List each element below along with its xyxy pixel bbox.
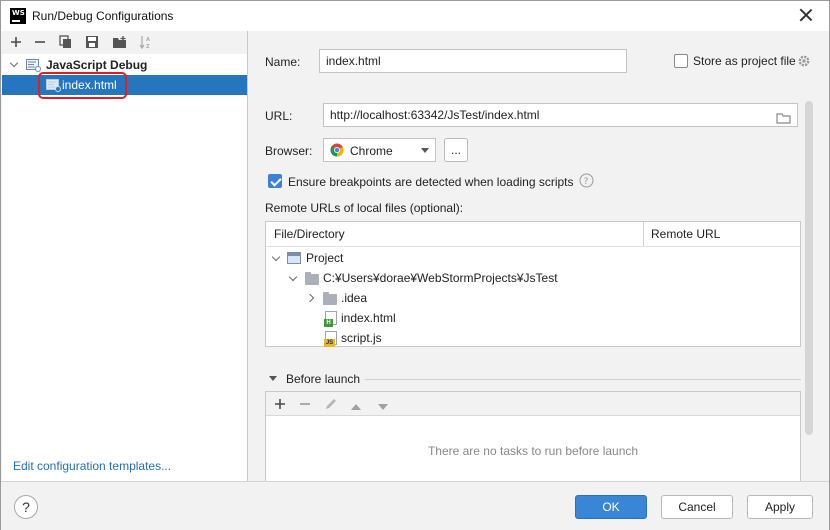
gear-icon[interactable] <box>797 54 811 71</box>
add-icon[interactable] <box>7 33 25 51</box>
before-launch-panel: There are no tasks to run before launch <box>265 391 801 483</box>
chevron-down-icon[interactable] <box>10 61 18 69</box>
table-row[interactable]: script.js <box>266 328 800 348</box>
table-row[interactable]: Project <box>266 248 800 268</box>
column-header-file-directory[interactable]: File/Directory <box>266 222 345 246</box>
remote-urls-label: Remote URLs of local files (optional): <box>265 201 464 215</box>
apply-button[interactable]: Apply <box>747 495 813 519</box>
close-icon[interactable] <box>799 8 813 22</box>
svg-text:?: ? <box>584 177 589 187</box>
help-circle-icon[interactable]: ? <box>579 173 594 191</box>
copy-icon[interactable] <box>57 33 75 51</box>
vertical-scrollbar[interactable] <box>805 101 813 435</box>
highlight-box <box>38 72 127 99</box>
chevron-right-icon[interactable] <box>308 294 316 302</box>
svg-text:A: A <box>146 37 150 43</box>
window-title: Run/Debug Configurations <box>32 9 174 23</box>
table-row[interactable]: C:¥Users¥dorae¥WebStormProjects¥JsTest <box>266 268 800 288</box>
move-down-icon[interactable] <box>377 400 389 414</box>
svg-text:Z: Z <box>146 44 150 49</box>
edit-pencil-icon[interactable] <box>324 397 338 414</box>
save-icon[interactable] <box>83 33 101 51</box>
panel-splitter[interactable] <box>247 31 248 481</box>
row-label: Project <box>306 251 344 265</box>
before-launch-toolbar <box>266 392 800 416</box>
ok-button[interactable]: OK <box>575 495 647 519</box>
url-input[interactable]: http://localhost:63342/JsTest/index.html <box>323 103 798 127</box>
collapse-before-launch-icon[interactable] <box>269 376 277 381</box>
dropdown-arrow-icon <box>421 148 429 153</box>
column-header-remote-url[interactable]: Remote URL <box>643 222 720 246</box>
before-launch-title: Before launch <box>286 372 361 386</box>
url-label: URL: <box>265 109 293 123</box>
cancel-button[interactable]: Cancel <box>661 495 733 519</box>
browser-browse-button[interactable]: ... <box>444 138 468 162</box>
url-value: http://localhost:63342/JsTest/index.html <box>330 108 540 122</box>
chrome-icon <box>330 143 344 160</box>
folder-browse-icon[interactable] <box>776 109 791 131</box>
js-file-icon <box>324 331 337 347</box>
folder-icon <box>305 272 319 285</box>
chevron-down-icon[interactable] <box>272 255 280 263</box>
row-label: C:¥Users¥dorae¥WebStormProjects¥JsTest <box>323 271 558 285</box>
add-icon[interactable] <box>274 398 286 413</box>
edit-configuration-templates-link[interactable]: Edit configuration templates... <box>13 459 171 473</box>
table-row[interactable]: index.html <box>266 308 800 328</box>
move-to-folder-icon[interactable] <box>111 33 129 51</box>
ensure-breakpoints-checkbox[interactable] <box>268 174 282 188</box>
webstorm-app-icon: WS <box>10 8 26 24</box>
table-row[interactable]: .idea <box>266 288 800 308</box>
run-debug-dialog: WS Run/Debug Configurations AZ JavaScrip… <box>0 0 830 530</box>
configuration-tree: JavaScript Debug index.html <box>2 54 247 481</box>
project-icon <box>287 252 301 264</box>
sort-icon[interactable]: AZ <box>137 33 155 51</box>
remote-urls-table: File/Directory Remote URL Project C:¥Use… <box>265 221 801 347</box>
remove-icon[interactable] <box>299 398 311 413</box>
chevron-down-icon[interactable] <box>289 275 297 283</box>
html-file-icon <box>324 311 337 327</box>
browser-value: Chrome <box>350 144 393 158</box>
config-toolbar: AZ <box>1 31 247 53</box>
remove-icon[interactable] <box>31 33 49 51</box>
help-button[interactable]: ? <box>14 495 38 519</box>
ensure-breakpoints-label: Ensure breakpoints are detected when loa… <box>288 175 574 189</box>
row-label: .idea <box>341 291 368 305</box>
name-label: Name: <box>265 55 301 69</box>
browser-label: Browser: <box>265 144 313 158</box>
before-launch-empty-text: There are no tasks to run before launch <box>427 444 639 458</box>
folder-icon <box>323 292 337 305</box>
browser-select[interactable]: Chrome <box>323 138 436 162</box>
row-label: script.js <box>341 331 382 345</box>
name-input[interactable]: index.html <box>319 49 627 73</box>
title-bar: WS Run/Debug Configurations <box>1 1 829 31</box>
move-up-icon[interactable] <box>350 400 362 414</box>
store-as-project-file-checkbox[interactable] <box>674 54 688 68</box>
row-label: index.html <box>341 311 396 325</box>
store-as-project-file-label: Store as project file <box>693 54 796 68</box>
